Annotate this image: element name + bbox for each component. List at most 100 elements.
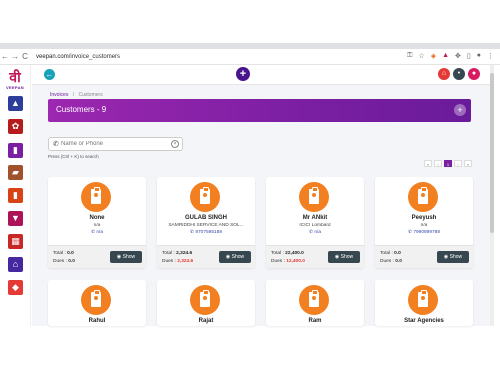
customer-card: Star Agencies	[375, 280, 473, 326]
puzzle-icon[interactable]: ✥	[455, 52, 461, 60]
total-value: 0.0	[67, 251, 74, 256]
total-row: Total : 2,324.6	[162, 251, 192, 256]
sidepanel-icon[interactable]: ▯	[467, 52, 471, 60]
reload-icon[interactable]: C	[20, 52, 30, 61]
logo-text: VEEPAN	[6, 85, 24, 90]
dues-label: Dues :	[271, 259, 285, 264]
logo-mark: वी	[9, 69, 21, 85]
customer-phone[interactable]: ✆ n/a	[48, 230, 146, 235]
customer-name: Star Agencies	[404, 318, 444, 324]
add-customer-icon[interactable]: +	[454, 104, 466, 116]
page-prev-button[interactable]: ‹	[434, 160, 442, 167]
bank-icon[interactable]: ⌂	[8, 257, 23, 272]
chart-icon[interactable]: ▲	[8, 96, 23, 111]
phone-number: n/a	[96, 230, 104, 235]
url-path: /invoice_customers	[68, 53, 121, 60]
back-nav-icon[interactable]: ←	[0, 52, 10, 61]
search-hint: Press (Ctrl + K) to search	[48, 154, 99, 159]
dues-label: Dues :	[162, 259, 176, 264]
profile-icon[interactable]: ●	[477, 52, 481, 60]
customer-avatar-icon	[190, 182, 220, 212]
customer-card: Peeyush n/a ✆ 7990899788 Total : 0.0 Dues : …	[375, 177, 473, 268]
customer-company: n/a	[93, 223, 101, 228]
phone-icon: ✆	[407, 230, 412, 235]
show-label: Show	[122, 254, 136, 260]
clear-search-icon[interactable]: ×	[171, 140, 179, 148]
show-customer-button[interactable]: ◉ Show	[219, 251, 251, 263]
tag-icon[interactable]: ◆	[8, 280, 23, 295]
menu-icon[interactable]: ⋮	[487, 52, 494, 60]
forward-nav-icon[interactable]: →	[10, 52, 20, 61]
total-label: Total :	[53, 251, 66, 256]
document-icon[interactable]: ▮	[8, 143, 23, 158]
show-label: Show	[449, 254, 463, 260]
breadcrumb-invoices[interactable]: Invoices	[50, 92, 68, 98]
customer-card-footer: Total : 0.0 Dues : 0.0 ◉ Show	[48, 245, 146, 268]
total-row: Total : 0.0	[53, 251, 74, 256]
eye-icon: ◉	[225, 254, 231, 260]
customer-name: None	[89, 215, 105, 221]
alert-icon[interactable]: ▲	[442, 52, 449, 60]
scrollbar[interactable]	[490, 65, 494, 326]
customer-avatar-icon	[408, 182, 438, 212]
show-customer-button[interactable]: ◉ Show	[110, 251, 142, 263]
customer-name: GULAB SINGH	[185, 215, 227, 221]
total-value: 22,400.0	[285, 251, 304, 256]
basket-icon[interactable]: ▼	[8, 211, 23, 226]
breadcrumb-separator: /	[72, 92, 75, 98]
star-icon[interactable]: ☆	[418, 52, 424, 60]
total-value: 0.0	[394, 251, 401, 256]
customer-name: Peeyush	[411, 215, 437, 221]
phone-search-icon: ✆	[53, 141, 59, 148]
page-current-button[interactable]: 1	[444, 160, 452, 167]
page-next-button[interactable]: ›	[454, 160, 462, 167]
phone-icon: ✆	[308, 230, 313, 235]
customer-phone[interactable]: ✆ 7990899788	[375, 230, 473, 235]
customer-name: Rajat	[198, 318, 214, 324]
folder-icon[interactable]: ▰	[8, 165, 23, 180]
search-box: ✆ ×	[48, 137, 183, 151]
customer-phone[interactable]: ✆ n/a	[266, 230, 364, 235]
bag-icon[interactable]: ▮	[8, 188, 23, 203]
customer-card: Rahul	[48, 280, 146, 326]
add-icon[interactable]: +	[236, 67, 250, 81]
address-bar[interactable]: veepan.com/invoice_customers	[36, 54, 120, 60]
customers-header: Customers - 9 +	[48, 99, 471, 122]
veepan-logo[interactable]: वी VEEPAN	[4, 69, 26, 93]
customer-card: None n/a ✆ n/a Total : 0.0 Dues : 0.0 ◉ Show	[48, 177, 146, 268]
search-input[interactable]	[61, 139, 166, 149]
customer-card-footer: Total : 0.0 Dues : 0.0 ◉ Show	[375, 245, 473, 268]
total-value: 2,324.6	[176, 251, 193, 256]
show-label: Show	[231, 254, 245, 260]
page-title: Customers - 9	[56, 105, 107, 114]
back-arrow-icon[interactable]: ←	[44, 69, 55, 80]
settings-icon[interactable]: ✿	[8, 119, 23, 134]
dues-row: Dues : 0.0	[53, 259, 75, 264]
dues-row: Dues : 0.0	[380, 259, 402, 264]
customer-card: Rajat	[157, 280, 255, 326]
customer-phone[interactable]: ✆ 8707595188	[157, 230, 255, 235]
home-icon[interactable]: ⌂	[438, 68, 450, 80]
shield-icon[interactable]: ◈	[431, 52, 436, 60]
customer-card: Mr ANkit ICICI Lombard ✆ n/a Total : 22,400…	[266, 177, 364, 268]
dues-row: Dues : 12,400.0	[271, 259, 305, 264]
page-first-button[interactable]: «	[424, 160, 432, 167]
show-label: Show	[340, 254, 354, 260]
notification-bell-icon[interactable]: •	[453, 68, 465, 80]
scrollbar-thumb[interactable]	[490, 73, 494, 233]
total-label: Total :	[271, 251, 284, 256]
dues-value: 0.0	[68, 259, 75, 264]
browser-extensions: ⚿ ☆ ◈ ▲ ✥ ▯ ● ⋮	[407, 52, 494, 60]
show-customer-button[interactable]: ◉ Show	[437, 251, 469, 263]
key-icon[interactable]: ⚿	[407, 52, 412, 60]
pagination: « ‹ 1 › »	[424, 160, 472, 167]
page-last-button[interactable]: »	[464, 160, 472, 167]
main-content: ← + ⌂ • ● Invoices / Customers Customers…	[32, 65, 494, 326]
calendar-icon[interactable]: ▦	[8, 234, 23, 249]
dues-label: Dues :	[53, 259, 67, 264]
user-avatar-icon[interactable]: ●	[468, 68, 480, 80]
show-customer-button[interactable]: ◉ Show	[328, 251, 360, 263]
phone-number: n/a	[314, 230, 322, 235]
customer-avatar-icon	[408, 285, 438, 315]
dues-value: 2,324.6	[177, 259, 194, 264]
